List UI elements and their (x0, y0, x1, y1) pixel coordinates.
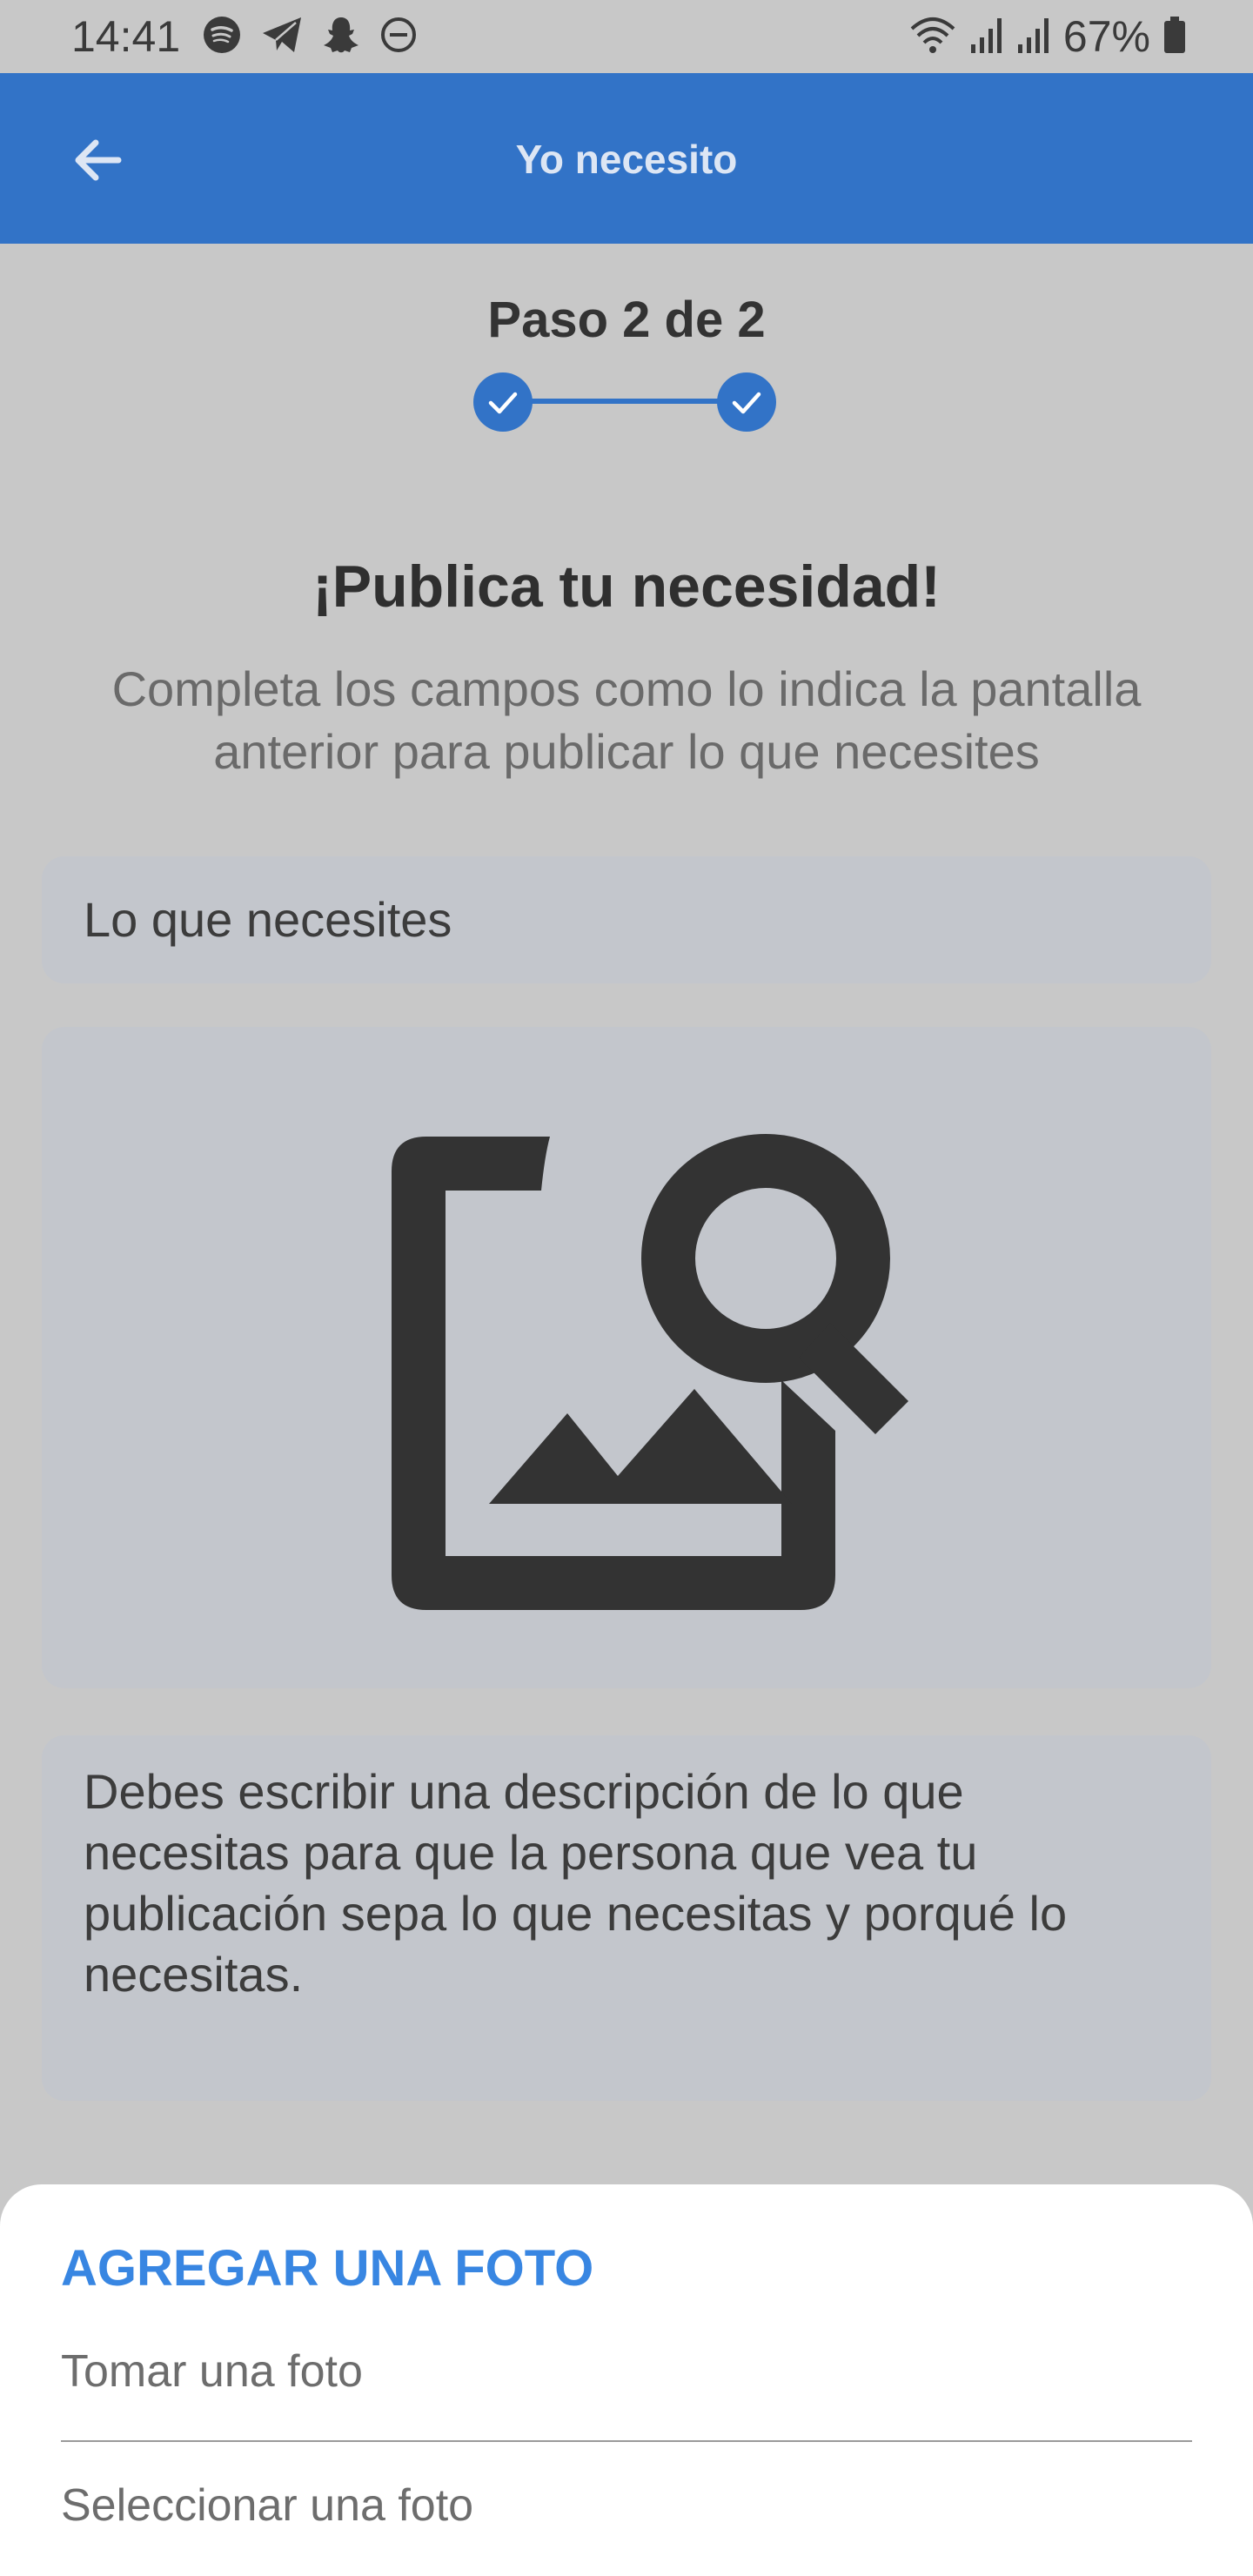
snapchat-icon (322, 15, 360, 59)
add-photo-sheet: AGREGAR UNA FOTO Tomar una foto Seleccio… (0, 2184, 1253, 2576)
battery-percent: 67% (1062, 12, 1150, 61)
image-picker[interactable] (42, 1027, 1211, 1688)
signal-icon (1016, 15, 1051, 59)
spotify-icon (202, 15, 242, 59)
stepper-label: Paso 2 de 2 (487, 292, 766, 348)
status-time: 14:41 (71, 12, 181, 61)
system-icons: 67% (908, 12, 1187, 61)
description-field[interactable]: Debes escribir una descripción de lo que… (42, 1735, 1211, 2101)
telegram-icon (261, 16, 303, 58)
sheet-title: AGREGAR UNA FOTO (61, 2240, 594, 2297)
divider (61, 2440, 1192, 2442)
step-2-complete (717, 372, 776, 432)
headline: ¡Publica tu necesidad! (312, 553, 941, 620)
battery-icon (1163, 15, 1187, 59)
subtitle: Completa los campos como lo indica la pa… (111, 661, 1142, 779)
description-field-placeholder: Debes escribir una descripción de lo que… (84, 1764, 1068, 2002)
take-photo-option[interactable]: Tomar una foto (61, 2343, 363, 2400)
signal-icon (969, 15, 1004, 59)
status-bar: 14:41 67% (0, 0, 1253, 73)
title-field-placeholder: Lo que necesites (84, 892, 452, 947)
wifi-icon (908, 15, 957, 59)
image-search-icon (392, 1134, 908, 1610)
do-not-disturb-icon (379, 16, 418, 58)
step-1-complete (473, 372, 533, 432)
page-title: Yo necesito (515, 137, 738, 182)
stepper-connector (531, 399, 748, 404)
app-bar: Yo necesito (0, 73, 1253, 244)
check-icon (732, 392, 761, 414)
title-field[interactable]: Lo que necesites (42, 856, 1211, 983)
notification-icons (202, 16, 418, 57)
select-photo-option[interactable]: Seleccionar una foto (61, 2477, 473, 2534)
check-icon (488, 392, 518, 414)
